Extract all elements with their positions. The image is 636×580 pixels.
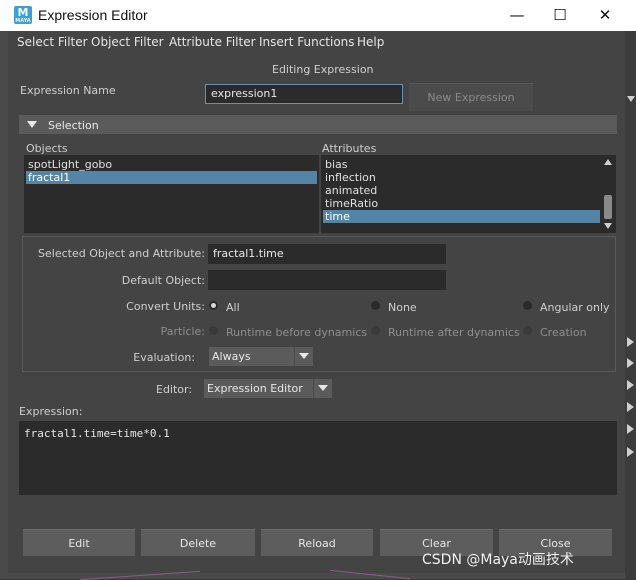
selection-section-header[interactable] xyxy=(19,115,617,134)
attributes-list-item[interactable]: timeRatio xyxy=(323,197,600,210)
objects-list[interactable]: spotLight_gobo fractal1 xyxy=(24,155,319,233)
app-icon-sub: MAYA xyxy=(15,18,31,24)
maya-app-icon: M MAYA xyxy=(14,6,32,24)
scroll-down-icon[interactable] xyxy=(604,223,612,229)
evaluation-label: Evaluation: xyxy=(133,351,195,364)
editor-label: Editor: xyxy=(156,383,193,396)
radio-all-label[interactable]: All xyxy=(226,301,240,314)
expression-label: Expression: xyxy=(19,405,83,418)
particle-label: Particle: xyxy=(160,325,205,338)
scroll-up-icon[interactable] xyxy=(604,159,612,165)
radio-runtime-after[interactable] xyxy=(371,326,380,335)
side-arrow-icon[interactable] xyxy=(627,380,634,390)
radio-runtime-before[interactable] xyxy=(209,326,218,335)
radio-angular-only-label[interactable]: Angular only xyxy=(540,301,610,314)
side-arrow-icon[interactable] xyxy=(627,402,634,412)
radio-none[interactable] xyxy=(371,301,380,310)
radio-creation[interactable] xyxy=(523,326,532,335)
maximize-icon: ☐ xyxy=(553,6,567,24)
expression-name-label: Expression Name xyxy=(20,84,116,97)
expression-text-area[interactable]: fractal1.time=time*0.1 xyxy=(19,421,617,495)
attributes-list-item[interactable]: bias xyxy=(323,158,600,171)
chevron-down-icon xyxy=(313,379,332,398)
menu-attribute-filter[interactable]: Attribute Filter xyxy=(169,35,256,49)
editor-dropdown[interactable]: Expression Editor xyxy=(204,379,332,398)
side-arrow-icon[interactable] xyxy=(627,424,634,434)
menu-help[interactable]: Help xyxy=(357,35,384,49)
attributes-list-item[interactable]: animated xyxy=(323,184,600,197)
background-side-panel xyxy=(625,31,636,579)
radio-runtime-after-label[interactable]: Runtime after dynamics xyxy=(388,326,520,339)
watermark-text: CSDN @Maya动画技术 xyxy=(422,552,574,568)
evaluation-value: Always xyxy=(212,350,251,363)
attributes-list-item-selected[interactable]: time xyxy=(323,210,600,223)
editing-mode-label: Editing Expression xyxy=(272,63,374,76)
edit-button[interactable]: Edit xyxy=(23,529,135,556)
minimize-button[interactable]: — xyxy=(494,0,540,31)
attributes-label: Attributes xyxy=(322,142,377,155)
editor-value: Expression Editor xyxy=(207,382,303,395)
delete-button[interactable]: Delete xyxy=(141,529,255,556)
attributes-list[interactable]: bias inflection animated timeRatio time xyxy=(321,155,616,233)
selected-attr-label: Selected Object and Attribute: xyxy=(38,247,205,260)
menu-object-filter[interactable]: Object Filter xyxy=(91,35,164,49)
attributes-list-item[interactable]: inflection xyxy=(323,171,600,184)
close-window-button[interactable]: ✕ xyxy=(582,0,628,31)
objects-list-item[interactable]: spotLight_gobo xyxy=(26,158,317,171)
radio-runtime-before-label[interactable]: Runtime before dynamics xyxy=(226,326,367,339)
selection-section-title: Selection xyxy=(48,119,99,132)
selected-attr-field[interactable] xyxy=(208,244,446,264)
scroll-thumb[interactable] xyxy=(604,195,612,219)
radio-creation-label[interactable]: Creation xyxy=(540,326,587,339)
side-dropdown-icon[interactable] xyxy=(627,96,635,102)
menu-insert-functions[interactable]: Insert Functions xyxy=(259,35,355,49)
side-arrow-icon[interactable] xyxy=(627,447,634,457)
radio-all[interactable] xyxy=(209,301,218,310)
evaluation-dropdown[interactable]: Always xyxy=(209,347,313,366)
collapse-triangle-icon[interactable] xyxy=(27,121,37,128)
expression-name-input[interactable] xyxy=(205,84,403,104)
side-arrow-icon[interactable] xyxy=(627,358,634,368)
objects-label: Objects xyxy=(26,142,68,155)
default-object-label: Default Object: xyxy=(121,274,205,287)
radio-none-label[interactable]: None xyxy=(388,301,417,314)
close-icon: ✕ xyxy=(598,6,612,24)
reload-button[interactable]: Reload xyxy=(261,529,373,556)
new-expression-button[interactable]: New Expression xyxy=(409,83,533,111)
default-object-field[interactable] xyxy=(208,270,446,290)
attributes-scrollbar[interactable] xyxy=(602,157,614,231)
objects-list-item-selected[interactable]: fractal1 xyxy=(26,171,317,184)
radio-angular-only[interactable] xyxy=(523,301,532,310)
chevron-down-icon xyxy=(294,347,313,366)
minimize-icon: — xyxy=(509,6,525,24)
convert-units-label: Convert Units: xyxy=(126,300,205,313)
side-arrow-icon[interactable] xyxy=(627,337,634,347)
window-title: Expression Editor xyxy=(38,7,148,23)
menu-select-filter[interactable]: Select Filter xyxy=(17,35,88,49)
maximize-button[interactable]: ☐ xyxy=(537,0,583,31)
